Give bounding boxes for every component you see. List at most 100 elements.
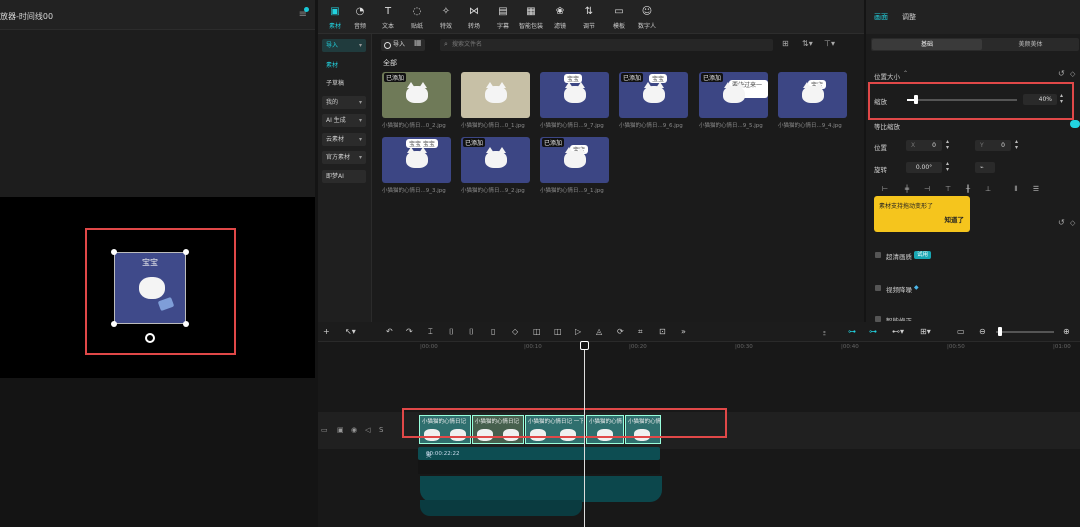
playhead[interactable] [584, 343, 585, 527]
media-thumb[interactable]: 宝宝 宝宝 [382, 137, 451, 183]
screen-icon[interactable]: ▭ [957, 327, 965, 336]
sort-icon[interactable]: ⇅▾ [802, 39, 813, 48]
freeze-icon[interactable]: ◫ [533, 327, 541, 336]
distribute-h-icon[interactable]: ⫴ [1010, 185, 1022, 195]
link-main-track-icon[interactable]: ⊶ [848, 327, 856, 336]
preview-axis-icon[interactable]: ⊷▾ [892, 327, 904, 336]
playhead-handle[interactable] [580, 341, 589, 350]
split-right-icon[interactable]: ⌷ [469, 327, 474, 337]
s-icon[interactable]: S [379, 426, 383, 434]
media-thumb[interactable] [461, 72, 530, 118]
tab-caption[interactable]: ▤ 字幕 [488, 6, 518, 30]
zoom-out-icon[interactable]: ⊖ [979, 327, 986, 336]
media-thumb[interactable]: 宝宝 [540, 72, 609, 118]
tab-audio[interactable]: ◔ 音频 [345, 6, 375, 30]
grid-view-icon[interactable]: ⊞ [782, 39, 789, 48]
redo-icon[interactable]: ↷ [406, 327, 413, 336]
delete-icon[interactable]: ▯ [491, 327, 495, 336]
align-top-icon[interactable]: ⊤ [942, 185, 954, 195]
search-input[interactable]: 搜索文件名 [440, 39, 773, 51]
split-left-icon[interactable]: ⌷ [449, 327, 454, 337]
crop-icon[interactable]: ⌗ [638, 327, 643, 337]
tab-transition[interactable]: ⋈ 转场 [459, 6, 489, 30]
align-left-icon[interactable]: ⊢ [879, 185, 891, 195]
audio-waveform [418, 460, 660, 474]
status-dot [304, 7, 309, 12]
stepper-icon[interactable]: ▴ ▾ [946, 161, 949, 173]
rotation-field[interactable]: 0.00° [906, 162, 942, 173]
tab-adjust[interactable]: ⇅ 调节 [574, 6, 604, 30]
tab-smart-pack[interactable]: ▦ 智能包装 [516, 6, 546, 30]
media-thumb[interactable]: 已添加 [461, 137, 530, 183]
tab-filter[interactable]: ❀ 滤镜 [545, 6, 575, 30]
shield-icon[interactable]: ◇ [512, 327, 518, 336]
rotate-icon[interactable]: ⟳ [617, 327, 624, 336]
eye-icon[interactable]: ◉ [351, 426, 357, 434]
reset-icon[interactable]: ↺ [1058, 69, 1065, 78]
sidebar-item-cloud[interactable]: 云素材 ▾ [322, 133, 366, 146]
play-circle-icon[interactable]: ▷ [575, 327, 581, 336]
zoom-slider-knob[interactable] [998, 327, 1002, 336]
stepper-icon[interactable]: ▴ ▾ [1015, 139, 1018, 151]
tab-text[interactable]: T 文本 [373, 6, 403, 30]
speed-icon[interactable]: ◫ [554, 327, 562, 336]
stepper-icon[interactable]: ▴ ▾ [946, 139, 949, 151]
sidebar-item-mine[interactable]: 我的 ▾ [322, 96, 366, 109]
link-icon[interactable]: ⊶ [869, 327, 877, 336]
split-icon[interactable]: ⌶ [428, 327, 433, 337]
denoise-checkbox[interactable] [875, 285, 881, 291]
qr-icon[interactable]: ▦ [414, 38, 422, 47]
sidebar-item-jimeng[interactable]: 即梦AI [322, 170, 366, 183]
add-icon[interactable]: + [323, 327, 330, 336]
zoom-in-icon[interactable]: ⊕ [1063, 327, 1070, 336]
zoom-slider[interactable] [996, 331, 1054, 333]
filter-icon[interactable]: ⊤▾ [824, 39, 835, 48]
align-center-h-icon[interactable]: ╪ [901, 185, 913, 195]
tooltip-dismiss-button[interactable]: 知道了 [945, 214, 965, 224]
lock-icon[interactable]: ▣ [337, 426, 344, 434]
media-thumb[interactable]: 已添加要快过来一下 [699, 72, 768, 118]
mirror-icon[interactable]: ◬ [596, 327, 602, 336]
media-thumb[interactable]: 已添加 [382, 72, 451, 118]
sidebar-item-ai-generate[interactable]: AI 生成 ▾ [322, 114, 366, 127]
keyframe-icon[interactable]: ◇ [1070, 70, 1075, 78]
undo-icon[interactable]: ↶ [386, 327, 393, 336]
more-icon[interactable]: » [681, 327, 686, 336]
flip-button[interactable]: ⌁ [975, 162, 995, 173]
snap-icon[interactable]: ⊞▾ [920, 327, 931, 336]
sub-tab-basic[interactable]: 基础 [872, 39, 982, 50]
tab-template[interactable]: ▭ 模板 [604, 6, 634, 30]
reset-icon[interactable]: ↺ [1058, 218, 1065, 227]
tab-avatar[interactable]: ☺ 数字人 [632, 6, 662, 30]
tab-sticker[interactable]: ◌ 贴纸 [402, 6, 432, 30]
chevron-up-icon[interactable]: ⌃ [903, 70, 908, 77]
volume-icon[interactable]: ◁ [365, 426, 370, 434]
uniform-scale-toggle[interactable] [1070, 120, 1080, 128]
add-track-icon[interactable]: ▭ [321, 426, 328, 434]
keyframe-icon[interactable]: ◇ [1070, 219, 1075, 227]
pos-y-field[interactable]: Y0 [975, 140, 1011, 151]
mask-icon[interactable]: ⊡ [659, 327, 666, 336]
cat-illustration [485, 147, 507, 168]
sidebar-item-official[interactable]: 官方素材 ▾ [322, 151, 366, 164]
media-thumb[interactable]: 已添加宝宝 [540, 137, 609, 183]
align-right-icon[interactable]: ⊣ [921, 185, 933, 195]
sidebar-item-import[interactable]: 导入 ▾ [322, 39, 366, 52]
pos-x-field[interactable]: X0 [906, 140, 942, 151]
distribute-v-icon[interactable]: ☰ [1030, 185, 1042, 195]
tab-effects[interactable]: ✧ 特效 [431, 6, 461, 30]
tab-picture[interactable]: 画面 [874, 12, 888, 22]
sub-tab-beauty[interactable]: 美颜美体 [983, 39, 1078, 50]
sidebar-item-material[interactable]: 素材 [322, 59, 366, 72]
tab-adjust[interactable]: 调整 [902, 12, 916, 22]
align-center-v-icon[interactable]: ╫ [962, 185, 974, 195]
audio-clip[interactable]: 奥德 00:00:22:22 [418, 447, 660, 467]
select-tool-icon[interactable]: ↖▾ [345, 327, 356, 336]
media-thumb[interactable]: 宝宝 [778, 72, 847, 118]
microphone-icon[interactable]: ⍛ [822, 327, 827, 337]
hd-checkbox[interactable] [875, 252, 881, 258]
media-thumb[interactable]: 已添加宝宝 [619, 72, 688, 118]
sidebar-item-subdraft[interactable]: 子草稿 [322, 77, 366, 90]
trial-badge: 试用 [914, 251, 932, 259]
align-bottom-icon[interactable]: ⊥ [982, 185, 994, 195]
